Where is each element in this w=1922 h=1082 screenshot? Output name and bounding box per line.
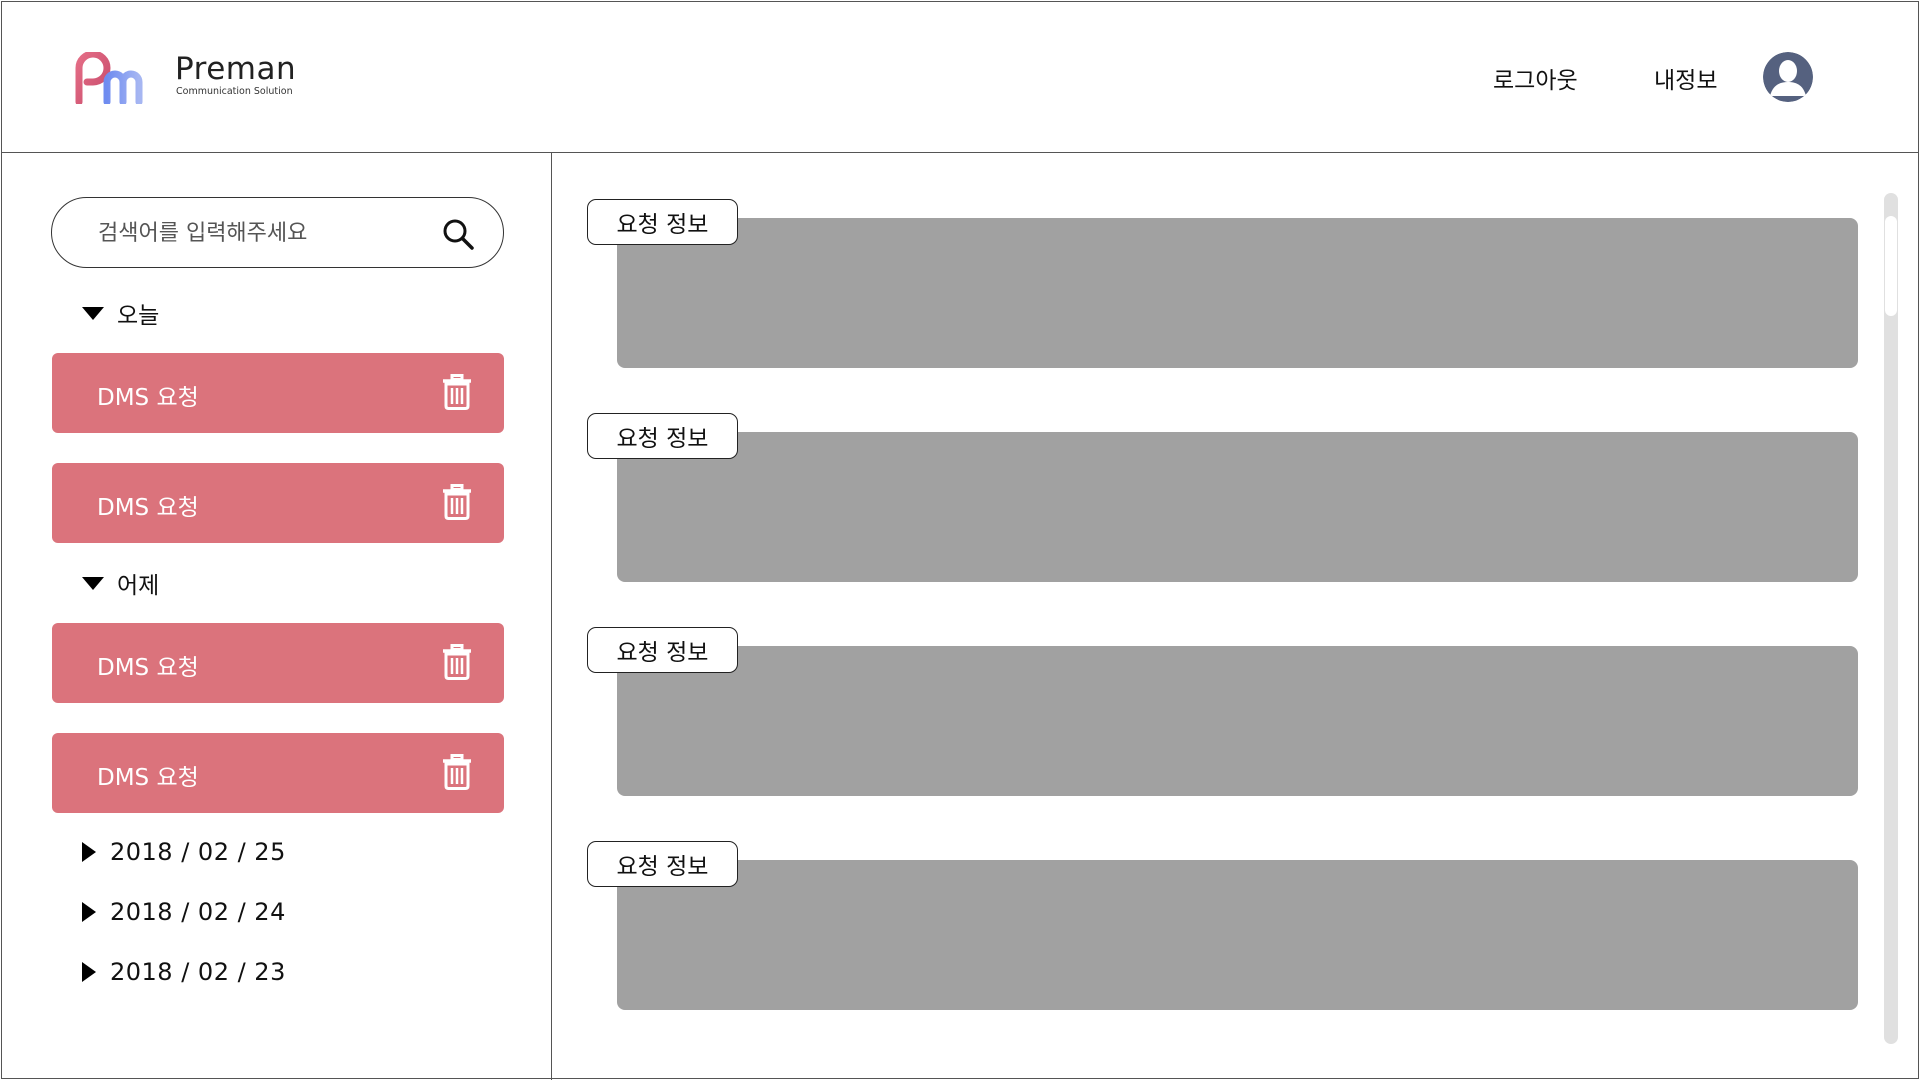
my-info-link[interactable]: 내정보	[1654, 61, 1717, 95]
search-box	[51, 197, 504, 268]
request-item-label: DMS 요청	[97, 765, 199, 791]
request-item-label: DMS 요청	[97, 385, 199, 411]
trash-icon[interactable]	[442, 754, 472, 790]
sidebar: 오늘 DMS 요청 DMS 요청	[2, 153, 552, 1080]
request-info-card: 요청 정보	[587, 199, 1858, 389]
request-item[interactable]: DMS 요청	[52, 733, 504, 813]
logo-icon[interactable]	[75, 52, 155, 104]
group-label: 오늘	[117, 303, 160, 329]
triangle-right-icon	[82, 842, 96, 862]
brand-tagline: Communication Solution	[176, 86, 293, 97]
group-label: 어제	[117, 573, 160, 599]
scrollbar-thumb[interactable]	[1885, 216, 1897, 316]
search-icon[interactable]	[441, 217, 475, 251]
request-item[interactable]: DMS 요청	[52, 463, 504, 543]
request-info-body[interactable]	[617, 432, 1858, 582]
date-group-toggle[interactable]: 2018 / 02 / 25	[82, 835, 286, 869]
request-item[interactable]: DMS 요청	[52, 353, 504, 433]
request-info-body[interactable]	[617, 218, 1858, 368]
date-group-toggle[interactable]: 2018 / 02 / 23	[82, 955, 286, 989]
triangle-down-icon	[82, 306, 104, 320]
group-yesterday-toggle[interactable]: 어제	[82, 566, 159, 600]
date-group-toggle[interactable]: 2018 / 02 / 24	[82, 895, 286, 929]
main-content: 요청 정보 요청 정보 요청 정보 요청 정보	[552, 153, 1920, 1080]
request-item-label: DMS 요청	[97, 495, 199, 521]
group-today-toggle[interactable]: 오늘	[82, 296, 159, 330]
request-info-card: 요청 정보	[587, 627, 1858, 817]
top-header: Preman Communication Solution 로그아웃 내정보	[2, 2, 1918, 153]
trash-icon[interactable]	[442, 484, 472, 520]
date-label: 2018 / 02 / 24	[110, 898, 286, 926]
request-info-card: 요청 정보	[587, 841, 1858, 1031]
date-label: 2018 / 02 / 23	[110, 958, 286, 986]
scrollbar-track[interactable]	[1884, 193, 1898, 1044]
triangle-right-icon	[82, 902, 96, 922]
request-info-tag: 요청 정보	[587, 627, 738, 673]
request-info-body[interactable]	[617, 646, 1858, 796]
user-avatar-icon[interactable]	[1763, 52, 1813, 102]
brand: Preman Communication Solution	[175, 52, 296, 98]
request-info-card: 요청 정보	[587, 413, 1858, 603]
triangle-down-icon	[82, 576, 104, 590]
brand-name: Preman	[175, 51, 297, 87]
request-item[interactable]: DMS 요청	[52, 623, 504, 703]
request-info-tag: 요청 정보	[587, 199, 738, 245]
logout-link[interactable]: 로그아웃	[1493, 61, 1578, 95]
request-item-label: DMS 요청	[97, 655, 199, 681]
app-window: Preman Communication Solution 로그아웃 내정보 오…	[1, 1, 1920, 1080]
trash-icon[interactable]	[442, 374, 472, 410]
request-info-body[interactable]	[617, 860, 1858, 1010]
search-input[interactable]	[96, 216, 430, 250]
request-info-tag: 요청 정보	[587, 841, 738, 887]
triangle-right-icon	[82, 962, 96, 982]
request-info-tag: 요청 정보	[587, 413, 738, 459]
trash-icon[interactable]	[442, 644, 472, 680]
date-label: 2018 / 02 / 25	[110, 838, 286, 866]
